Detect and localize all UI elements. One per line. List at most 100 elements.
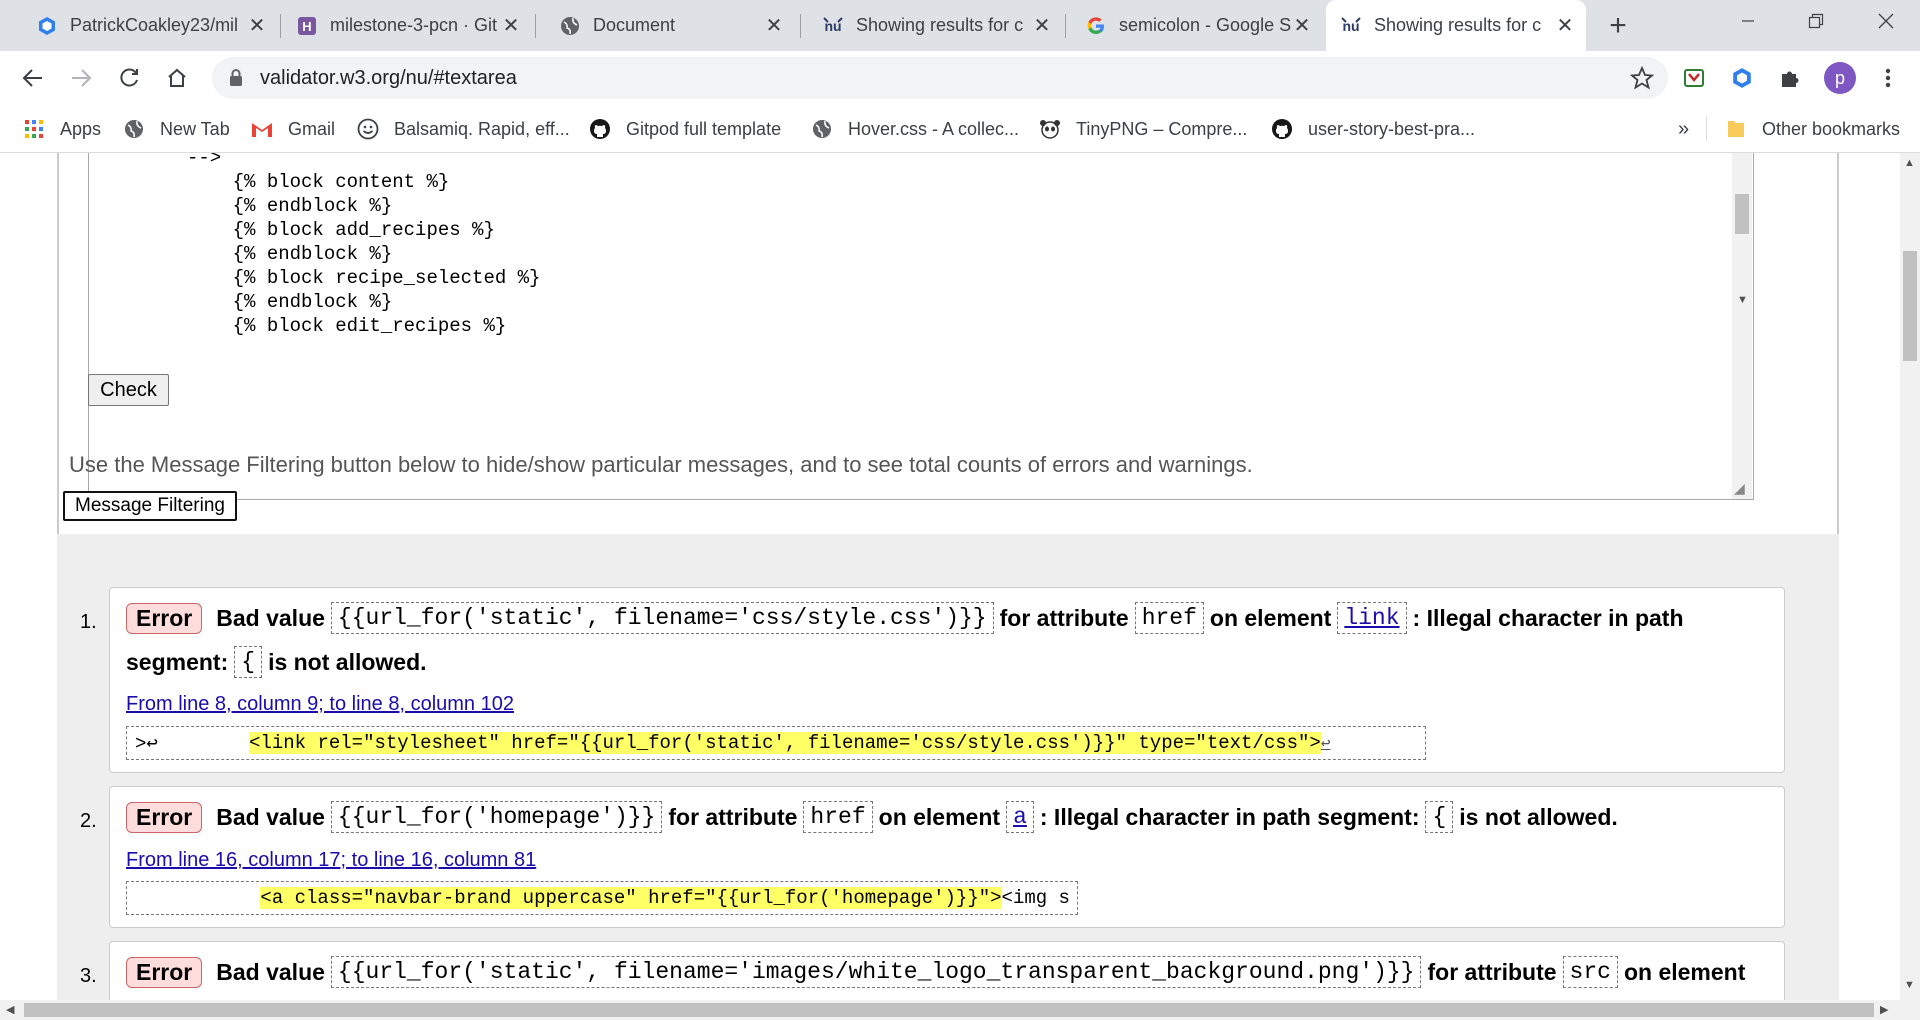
- message-text: for attribute: [999, 604, 1129, 631]
- restore-button[interactable]: [1782, 0, 1850, 42]
- home-button[interactable]: [158, 59, 196, 97]
- source-textarea[interactable]: --> {% block content %} {% endblock %} {…: [88, 153, 1754, 500]
- forward-button[interactable]: [62, 59, 100, 97]
- error-badge: Error: [126, 956, 203, 988]
- attribute-code: src: [1562, 956, 1618, 988]
- tab-divider: [535, 14, 536, 38]
- scroll-down-arrow-icon[interactable]: ▼: [1904, 979, 1915, 991]
- bookmarks-overflow-button[interactable]: »: [1678, 115, 1689, 143]
- bookmarks-bar: Apps New Tab Gmail Balsamiq. Rapid, eff.…: [0, 105, 1920, 153]
- google-icon: [1085, 15, 1107, 37]
- code-extract: >↩ <link rel="stylesheet" href="{{url_fo…: [126, 726, 1426, 760]
- globe-icon: [122, 117, 146, 141]
- svg-text:H: H: [302, 19, 311, 34]
- bookmark-gitpod[interactable]: Gitpod full template: [588, 115, 781, 143]
- scroll-down-arrow-icon[interactable]: ▼: [1737, 294, 1748, 306]
- heroku-icon: H: [296, 15, 318, 37]
- tab-title: Document: [593, 15, 676, 35]
- location-link[interactable]: From line 8, column 9; to line 8, column…: [126, 693, 514, 716]
- close-icon[interactable]: ✕: [1031, 15, 1053, 37]
- close-icon[interactable]: ✕: [500, 15, 522, 37]
- message-text: is not allowed.: [1459, 803, 1618, 830]
- bookmark-user-story[interactable]: user-story-best-pra...: [1270, 115, 1475, 143]
- element-link[interactable]: link: [1344, 605, 1399, 631]
- minimize-button[interactable]: [1714, 0, 1782, 42]
- message-line: Error Bad value {{url_for('static', file…: [126, 602, 1684, 634]
- nu-validator-icon: nu: [1340, 15, 1362, 37]
- mcafee-extension-icon[interactable]: [1680, 64, 1708, 92]
- textarea-content: --> {% block content %} {% endblock %} {…: [187, 153, 541, 337]
- tab-2[interactable]: H milestone-3-pcn · Git ✕: [282, 0, 532, 51]
- tab-4[interactable]: nu Showing results for c ✕: [808, 0, 1063, 51]
- tab-5[interactable]: semicolon - Google S ✕: [1071, 0, 1323, 51]
- message-text: : Illegal character in path: [1412, 604, 1684, 631]
- resize-grip-icon[interactable]: ◢: [1734, 480, 1745, 497]
- github-icon: [1270, 117, 1294, 141]
- close-icon[interactable]: ✕: [763, 15, 785, 37]
- bookmark-balsamiq[interactable]: Balsamiq. Rapid, eff...: [356, 115, 570, 143]
- element-link[interactable]: a: [1013, 804, 1027, 830]
- close-icon[interactable]: ✕: [1291, 15, 1313, 37]
- error-badge: Error: [126, 801, 203, 833]
- extract-highlight: <link rel="stylesheet" href="{{url_for('…: [249, 732, 1321, 754]
- code-extract: <a class="navbar-brand uppercase" href="…: [126, 881, 1078, 915]
- message-text: Bad value: [216, 958, 325, 985]
- message-line: Error Bad value {{url_for('static', file…: [126, 956, 1745, 988]
- textarea-scrollbar[interactable]: ▼ ◢: [1732, 153, 1752, 499]
- error-message: 1. Error Bad value {{url_for('static', f…: [80, 587, 1785, 773]
- extensions-puzzle-icon[interactable]: [1776, 64, 1804, 92]
- tab-6-active[interactable]: nu Showing results for c ✕: [1326, 0, 1586, 51]
- element-code: a: [1006, 801, 1034, 833]
- scroll-left-arrow-icon[interactable]: ◀: [6, 1003, 14, 1016]
- check-button[interactable]: Check: [88, 374, 169, 406]
- page-vertical-scrollbar[interactable]: ▲ ▼: [1900, 153, 1920, 1000]
- scroll-right-arrow-icon[interactable]: ▶: [1880, 1003, 1888, 1016]
- message-number: 1.: [80, 611, 97, 633]
- tab-1[interactable]: PatrickCoakley23/mil ✕: [22, 0, 278, 51]
- tab-divider: [800, 14, 801, 38]
- bookmark-label: user-story-best-pra...: [1308, 118, 1476, 139]
- address-bar[interactable]: validator.w3.org/nu/#textarea: [212, 57, 1668, 99]
- apps-grid-icon: [22, 117, 46, 141]
- filter-instructions: Use the Message Filtering button below t…: [69, 452, 1253, 477]
- scroll-up-arrow-icon[interactable]: ▲: [1904, 157, 1915, 169]
- bookmark-hover-css[interactable]: Hover.css - A collec...: [810, 115, 1019, 143]
- page-scroll-thumb[interactable]: [1903, 251, 1917, 361]
- bookmark-label: TinyPNG – Compre...: [1076, 118, 1248, 139]
- extract-text: [135, 887, 260, 909]
- bookmark-new-tab[interactable]: New Tab: [122, 115, 230, 143]
- bookmark-label: Other bookmarks: [1762, 118, 1901, 139]
- close-icon[interactable]: ✕: [246, 15, 268, 37]
- bookmark-tinypng[interactable]: TinyPNG – Compre...: [1038, 115, 1247, 143]
- tab-divider: [280, 14, 281, 38]
- bookmark-gmail[interactable]: Gmail: [250, 115, 335, 143]
- back-button[interactable]: [14, 59, 52, 97]
- globe-icon: [559, 15, 581, 37]
- menu-kebab-icon[interactable]: [1874, 64, 1902, 92]
- message-filtering-button[interactable]: Message Filtering: [63, 491, 237, 521]
- browser-toolbar: validator.w3.org/nu/#textarea p: [0, 51, 1920, 105]
- new-tab-button[interactable]: +: [1602, 9, 1634, 42]
- folder-icon: [1724, 117, 1748, 141]
- bookmark-label: Apps: [60, 118, 102, 139]
- page-horizontal-scrollbar[interactable]: ◀ ▶: [0, 1000, 1920, 1020]
- cube-extension-icon[interactable]: [1728, 64, 1756, 92]
- reload-button[interactable]: [110, 59, 148, 97]
- message-text: on element: [1623, 958, 1746, 985]
- close-window-button[interactable]: [1852, 0, 1920, 42]
- attribute-code: href: [803, 801, 873, 833]
- panda-icon: [1038, 117, 1062, 141]
- textarea-scroll-thumb[interactable]: [1735, 194, 1749, 234]
- horizontal-scroll-thumb[interactable]: [24, 1003, 1874, 1017]
- bookmark-apps[interactable]: Apps: [22, 115, 101, 143]
- location-link[interactable]: From line 16, column 17; to line 16, col…: [126, 849, 536, 872]
- lock-icon: [228, 68, 244, 93]
- bookmark-star-icon[interactable]: [1629, 65, 1655, 95]
- element-code: link: [1337, 602, 1407, 634]
- close-icon[interactable]: ✕: [1554, 15, 1576, 37]
- profile-avatar[interactable]: p: [1824, 62, 1856, 94]
- message-text: for attribute: [1427, 958, 1557, 985]
- other-bookmarks[interactable]: Other bookmarks: [1724, 115, 1900, 143]
- error-badge: Error: [126, 602, 203, 634]
- tab-3[interactable]: Document ✕: [545, 0, 795, 51]
